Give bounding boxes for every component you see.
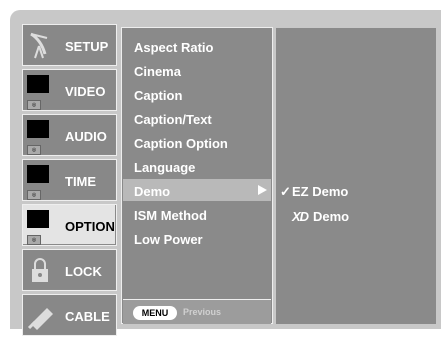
tab-setup[interactable]: SETUP	[22, 24, 117, 66]
menu-item-demo[interactable]: Demo	[134, 184, 170, 199]
tab-label-video: VIDEO	[65, 84, 106, 99]
demo-options-panel: ✓ EZ Demo XD Demo	[276, 28, 436, 324]
menu-item-low-power[interactable]: Low Power	[134, 232, 203, 247]
tv-tag-icon: ◎	[27, 235, 41, 245]
lock-icon	[32, 258, 48, 282]
tab-time[interactable]: ◎ TIME	[22, 159, 117, 201]
option-xd-demo[interactable]: Demo	[313, 209, 349, 224]
tv-icon	[27, 210, 49, 228]
tab-label-setup: SETUP	[65, 39, 109, 54]
menu-button[interactable]: MENU	[133, 306, 177, 320]
tv-tag-icon: ◎	[27, 190, 41, 200]
checkmark-icon: ✓	[280, 184, 291, 199]
option-submenu: Aspect Ratio Cinema Caption Caption/Text…	[121, 27, 273, 324]
tv-icon	[27, 120, 49, 138]
menu-item-caption-option[interactable]: Caption Option	[134, 136, 228, 151]
tv-tag-icon: ◎	[27, 145, 41, 155]
tv-icon	[27, 165, 49, 183]
tab-label-option: OPTION	[65, 219, 115, 234]
menu-item-cinema[interactable]: Cinema	[134, 64, 181, 79]
cable-icon	[27, 308, 53, 330]
tab-label-audio: AUDIO	[65, 129, 107, 144]
menu-item-caption-text[interactable]: Caption/Text	[134, 112, 212, 127]
xd-logo: XD	[292, 209, 309, 224]
menu-item-ism-method[interactable]: ISM Method	[134, 208, 207, 223]
submenu-arrow-icon	[258, 185, 267, 195]
tv-icon	[27, 75, 49, 93]
tab-cable[interactable]: CABLE	[22, 294, 117, 336]
menu-item-caption[interactable]: Caption	[134, 88, 182, 103]
option-ez-demo[interactable]: EZ Demo	[292, 184, 348, 199]
satellite-dish-icon	[30, 32, 48, 59]
submenu-footer: MENU Previous	[123, 299, 271, 324]
menu-item-aspect-ratio[interactable]: Aspect Ratio	[134, 40, 213, 55]
tab-label-time: TIME	[65, 174, 97, 189]
previous-label: Previous	[183, 307, 222, 317]
main-menu-tabs: SETUP ◎ VIDEO ◎ AUDIO ◎ TIME ◎ OPTION LO…	[22, 24, 117, 339]
tab-lock[interactable]: LOCK	[22, 249, 117, 291]
tab-label-lock: LOCK	[65, 264, 102, 279]
tab-video[interactable]: ◎ VIDEO	[22, 69, 117, 111]
tab-audio[interactable]: ◎ AUDIO	[22, 114, 117, 156]
tv-tag-icon: ◎	[27, 100, 41, 110]
tab-label-cable: CABLE	[65, 309, 110, 324]
menu-item-language[interactable]: Language	[134, 160, 195, 175]
tab-option[interactable]: ◎ OPTION	[22, 204, 117, 246]
